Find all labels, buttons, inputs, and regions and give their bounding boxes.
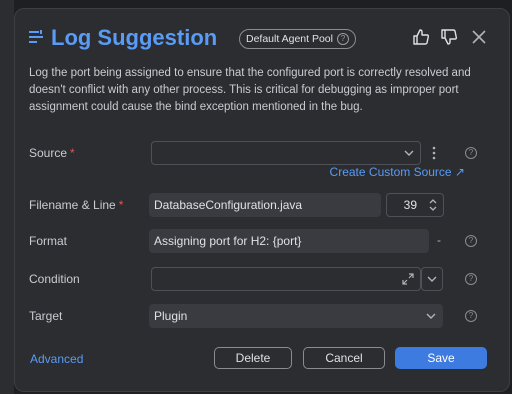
kebab-menu-icon[interactable]	[431, 146, 437, 160]
filename-row: Filename & Line * DatabaseConfiguration.j…	[29, 193, 499, 217]
chevron-down-icon	[426, 313, 436, 319]
thumbs-up-icon[interactable]	[411, 27, 431, 47]
cancel-button[interactable]: Cancel	[303, 347, 385, 369]
help-icon[interactable]: ?	[465, 147, 477, 159]
condition-label: Condition	[29, 272, 80, 286]
format-input[interactable]: Assigning port for H2: {port}	[149, 229, 429, 253]
format-dash: -	[437, 233, 441, 247]
dialog-title: Log Suggestion	[51, 25, 218, 50]
help-icon[interactable]: ?	[465, 273, 477, 285]
filter-lines-icon	[29, 30, 43, 43]
create-custom-source-link[interactable]: Create Custom Source ↗	[330, 165, 465, 179]
suggestion-description: Log the port being assigned to ensure th…	[29, 67, 471, 113]
help-icon[interactable]: ?	[465, 235, 477, 247]
background-editor-strip	[0, 0, 14, 394]
dialog-header: Log Suggestion Default Agent Pool ?	[29, 23, 499, 53]
format-label: Format	[29, 234, 68, 248]
expand-icon[interactable]	[402, 273, 414, 285]
condition-dropdown-button[interactable]	[421, 267, 443, 291]
target-label: Target	[29, 309, 63, 323]
save-button[interactable]: Save	[395, 347, 487, 369]
chevron-down-icon	[427, 276, 437, 282]
condition-row: Condition ?	[29, 267, 499, 291]
format-row: Format Assigning port for H2: {port} - ?	[29, 229, 499, 253]
agent-pool-label: Default Agent Pool	[246, 33, 333, 45]
delete-button[interactable]: Delete	[214, 347, 292, 369]
advanced-link[interactable]: Advanced	[30, 352, 83, 366]
help-icon[interactable]: ?	[336, 33, 349, 45]
filename-input[interactable]: DatabaseConfiguration.java	[149, 193, 381, 217]
line-number-input[interactable]: 39	[386, 193, 444, 217]
chevron-down-icon	[404, 150, 414, 156]
close-icon[interactable]	[469, 27, 489, 47]
log-suggestion-dialog: Log Suggestion Default Agent Pool ? Log …	[14, 8, 510, 392]
help-icon[interactable]: ?	[465, 310, 477, 322]
target-select[interactable]: Plugin	[149, 304, 443, 328]
source-select[interactable]	[151, 141, 421, 165]
target-row: Target Plugin ?	[29, 304, 499, 328]
filename-label: Filename & Line *	[29, 198, 124, 212]
thumbs-down-icon[interactable]	[439, 27, 459, 47]
agent-pool-badge[interactable]: Default Agent Pool ?	[239, 29, 356, 49]
source-label: Source *	[29, 146, 75, 160]
stepper-icon[interactable]	[429, 198, 437, 212]
condition-input[interactable]	[151, 267, 421, 291]
source-row: Source * ?	[29, 141, 499, 165]
